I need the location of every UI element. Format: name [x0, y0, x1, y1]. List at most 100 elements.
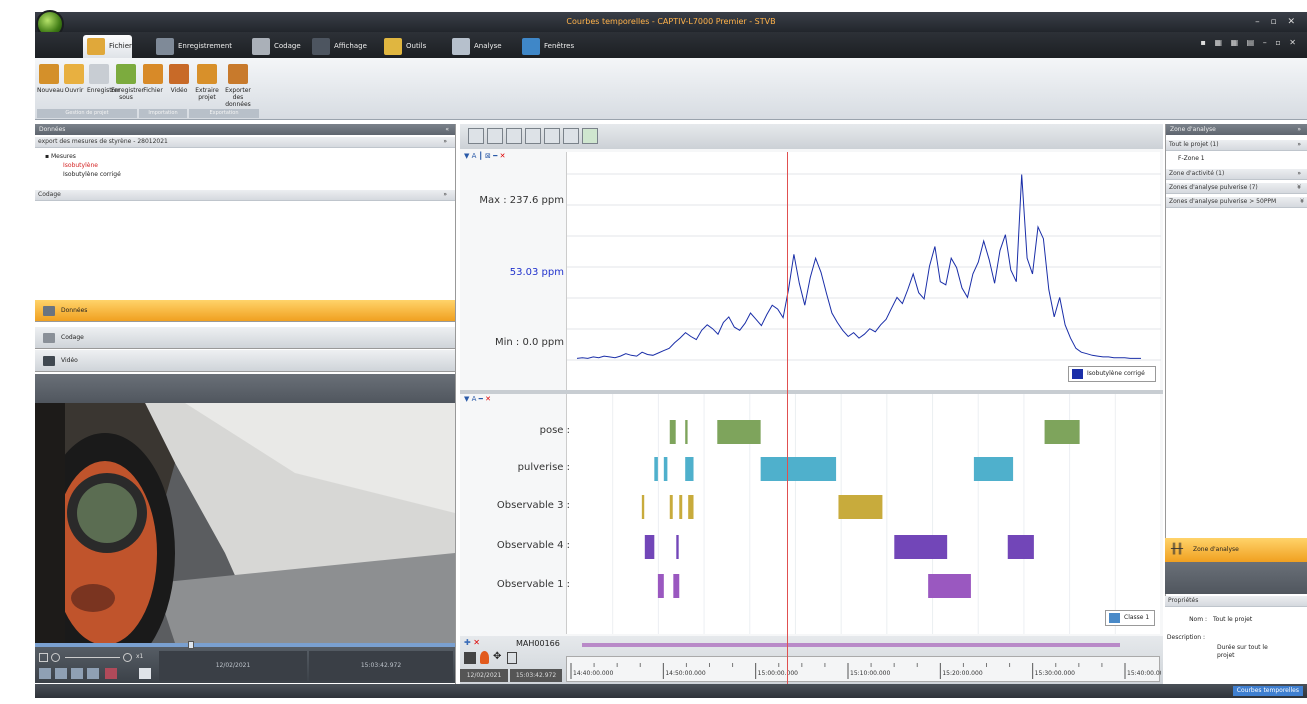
top-chart-svg: [567, 173, 1161, 361]
window-controls[interactable]: – ▫ ✕: [1255, 12, 1299, 32]
video-progress[interactable]: [35, 643, 455, 647]
video-controls: x1 12/02/2021 15:03:42.972: [35, 641, 455, 683]
codage-header[interactable]: Codage»: [35, 190, 455, 201]
zoom-tool-icon[interactable]: [487, 128, 503, 144]
video-progress-thumb[interactable]: [188, 641, 194, 649]
goto-start-icon[interactable]: [464, 652, 476, 664]
left-panel-spacer: [35, 374, 455, 403]
play-icon[interactable]: [55, 668, 67, 679]
timeline-add-icon[interactable]: ✚ ✕: [464, 638, 480, 647]
class-legend: Classe 1: [1105, 610, 1155, 626]
ribbon-button-2[interactable]: Enregistrer: [87, 64, 121, 94]
video-time: 15:03:42.972: [309, 651, 453, 681]
section-zone-activite[interactable]: Zone d'activité (1)»: [1166, 169, 1307, 180]
pan-tool-icon[interactable]: [506, 128, 522, 144]
nom-label: Nom :: [1189, 616, 1207, 623]
activity-bar: [654, 457, 658, 481]
nav-donnees[interactable]: Données: [35, 300, 455, 322]
time-cursor[interactable]: [787, 152, 788, 688]
activity-bar: [760, 457, 837, 481]
video-image: [35, 403, 455, 643]
video-date: 12/02/2021: [159, 651, 307, 681]
ribbon-icon: [89, 64, 109, 84]
select-tool-icon[interactable]: [525, 128, 541, 144]
zoom-slider[interactable]: [65, 657, 120, 658]
ribbon-button-label: Extraire projet: [195, 87, 219, 101]
status-window-button[interactable]: Courbes temporelles: [1232, 686, 1303, 696]
timeline-label: MAH00166: [516, 639, 560, 648]
zone-item[interactable]: F-Zone 1: [1166, 151, 1307, 169]
axis-tick-label: 15:00:00.000: [758, 670, 798, 677]
data-panel-title: Données «: [35, 124, 455, 135]
quick-access-toolbar[interactable]: ▪ ▦ ▦ ▤ – ▫ ✕: [1201, 38, 1299, 47]
ribbon-icon: [197, 64, 217, 84]
ribbon-button-label: Vidéo: [170, 87, 188, 94]
ribbon-button-0[interactable]: Nouveau: [37, 64, 64, 94]
ribbon-button-label: Ouvrir: [64, 87, 84, 94]
tab-icon: [384, 38, 402, 55]
axis-tick-label: 14:50:00.000: [665, 670, 705, 677]
grid-tool-icon[interactable]: [563, 128, 579, 144]
tab-icon: [156, 38, 174, 55]
nav-codage[interactable]: Codage: [35, 327, 455, 349]
section-zones-pulverise-50[interactable]: Zones d'analyse pulverise > 50PPM ¥: [1166, 197, 1307, 208]
properties-title: Propriétés: [1165, 596, 1307, 607]
tab-5[interactable]: Analyse: [448, 35, 502, 58]
ribbon-button-4[interactable]: Fichier: [141, 64, 165, 94]
time-axis[interactable]: 14:40:00.000 14:50:00.000 15:00:00.000 15:1…: [566, 656, 1167, 682]
top-legend: Isobutylène corrigé: [1068, 366, 1156, 382]
zone-analyse-button[interactable]: ╫╫ Zone d'analyse: [1165, 538, 1307, 562]
snapshot-icon[interactable]: [139, 668, 151, 679]
activity-bar: [669, 495, 673, 519]
ribbon-button-5[interactable]: Vidéo: [167, 64, 191, 94]
move-icon[interactable]: ✥: [493, 651, 501, 662]
data-export-header[interactable]: export des mesures de styrène - 28012021…: [35, 137, 455, 148]
speed-icon[interactable]: [87, 668, 99, 679]
tab-1[interactable]: Enregistrement: [152, 35, 232, 58]
row-label-1: pulverise :: [517, 462, 570, 473]
zoom-level: x1: [136, 653, 144, 660]
fit-icon[interactable]: [39, 653, 48, 662]
timeline-media-track[interactable]: [582, 643, 1120, 647]
ribbon-group-0: Gestion de projet: [37, 109, 137, 118]
activity-bar: [657, 574, 664, 598]
activity-chart-svg: [612, 394, 1116, 634]
ribbon-button-label: Enregistrer: [87, 87, 121, 94]
zoom-in-icon[interactable]: [123, 653, 132, 662]
ribbon-button-label: Fichier: [143, 87, 163, 94]
tab-3[interactable]: Affichage: [308, 35, 367, 58]
nav-video[interactable]: Vidéo: [35, 350, 455, 372]
mute-icon[interactable]: [105, 668, 117, 679]
bottom-chart-controls[interactable]: ▼ A ━ ✕: [464, 395, 491, 403]
axis-tick-label: 15:10:00.000: [850, 670, 890, 677]
play-back-icon[interactable]: [39, 668, 51, 679]
export-tool-icon[interactable]: [582, 128, 598, 144]
section-tout-projet[interactable]: Tout le projet (1)»: [1166, 140, 1307, 151]
stop-icon[interactable]: [71, 668, 83, 679]
activity-bar: [673, 574, 680, 598]
ribbon-button-6[interactable]: Extraire projet: [193, 64, 221, 101]
ribbon-button-1[interactable]: Ouvrir: [62, 64, 86, 94]
tab-2[interactable]: Codage: [248, 35, 301, 58]
cursor-tool-icon[interactable]: [468, 128, 484, 144]
row-label-3: Observable 4 :: [496, 540, 570, 551]
fit-tool-icon[interactable]: [544, 128, 560, 144]
axis-tick-label: 15:30:00.000: [1035, 670, 1075, 677]
tab-0[interactable]: Fichier: [83, 35, 132, 58]
activity-bar: [894, 535, 948, 559]
tree-item-isobutylene-corrige[interactable]: Isobutylène corrigé: [45, 170, 445, 179]
bookmark-icon[interactable]: [507, 652, 517, 664]
marker-icon[interactable]: [480, 651, 489, 664]
tree-root[interactable]: ▪ Mesures: [45, 152, 445, 161]
section-zones-pulverise[interactable]: Zones d'analyse pulverise (7) ¥: [1166, 183, 1307, 194]
top-chart-controls[interactable]: ▼ A ┃ ⊠ ━ ✕: [464, 152, 505, 160]
row-label-4: Observable 1 :: [496, 579, 570, 590]
ribbon-button-3[interactable]: Enregistrer sous: [111, 64, 144, 101]
tree-item-isobutylene[interactable]: Isobutylène: [45, 161, 445, 170]
axis-tick-label: 14:40:00.000: [573, 670, 613, 677]
video-frame: [35, 403, 455, 643]
tab-6[interactable]: Fenêtres: [518, 35, 574, 58]
ribbon-button-7[interactable]: Exporter des données: [221, 64, 255, 108]
zoom-out-icon[interactable]: [51, 653, 60, 662]
tab-4[interactable]: Outils: [380, 35, 426, 58]
